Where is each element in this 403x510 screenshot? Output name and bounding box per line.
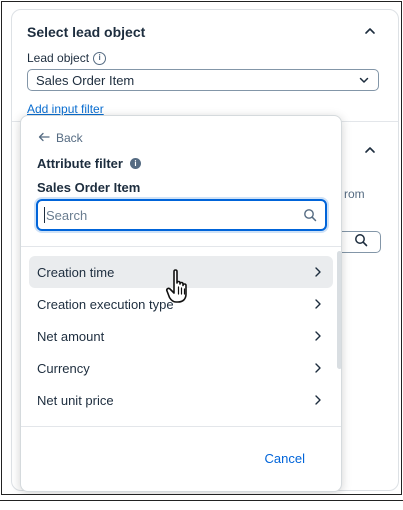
chevron-right-icon	[313, 362, 323, 377]
attribute-filter-title-text: Attribute filter	[37, 156, 123, 171]
back-label: Back	[56, 131, 83, 145]
partial-background-text: rom	[344, 187, 365, 201]
search-icon[interactable]	[303, 208, 317, 227]
search-icon	[354, 233, 368, 252]
hand-pointer-cursor-icon	[165, 267, 199, 310]
attribute-item-net-unit-price[interactable]: Net unit price	[29, 384, 333, 416]
add-input-filter-link[interactable]: Add input filter	[27, 102, 104, 116]
object-name: Sales Order Item	[37, 180, 141, 195]
attribute-item-label: Net amount	[37, 328, 105, 344]
info-filled-icon[interactable]: i	[129, 158, 141, 169]
attribute-item-label: Currency	[37, 360, 90, 376]
bottom-rule	[0, 500, 403, 501]
chevron-down-icon	[358, 74, 370, 89]
lead-object-label: Lead object i	[27, 51, 107, 65]
search-field[interactable]	[36, 199, 327, 231]
attribute-item-label: Net unit price	[37, 392, 114, 408]
chevron-right-icon	[313, 394, 323, 409]
attribute-item-currency[interactable]: Currency	[29, 352, 333, 384]
popover-divider	[21, 246, 341, 247]
search-input[interactable]	[44, 206, 298, 224]
text-caret	[44, 207, 45, 223]
chevron-right-icon	[313, 266, 323, 281]
attribute-item-net-amount[interactable]: Net amount	[29, 320, 333, 352]
chevron-right-icon	[313, 330, 323, 345]
section-title: Select lead object	[27, 24, 146, 40]
lead-object-selected-value: Sales Order Item	[36, 72, 135, 88]
chevron-up-icon-2[interactable]	[363, 143, 379, 159]
arrow-left-icon	[38, 131, 50, 145]
list-scrollbar[interactable]	[337, 251, 341, 369]
attribute-item-label: Creation execution type	[37, 296, 174, 312]
attribute-item-label: Creation time	[37, 264, 115, 280]
chevron-right-icon	[313, 298, 323, 313]
lead-object-label-text: Lead object	[27, 51, 90, 65]
popover-footer-divider	[21, 426, 341, 427]
back-button[interactable]: Back	[38, 131, 83, 145]
info-outline-icon[interactable]: i	[93, 51, 107, 65]
chevron-up-icon[interactable]	[363, 24, 379, 40]
attribute-filter-title: Attribute filter i	[37, 156, 141, 171]
screenshot-frame: Select lead object Lead object i Sales O…	[1, 1, 402, 495]
background-search-button[interactable]	[342, 231, 381, 253]
cancel-button[interactable]: Cancel	[259, 450, 311, 467]
lead-object-select[interactable]: Sales Order Item	[27, 69, 379, 91]
